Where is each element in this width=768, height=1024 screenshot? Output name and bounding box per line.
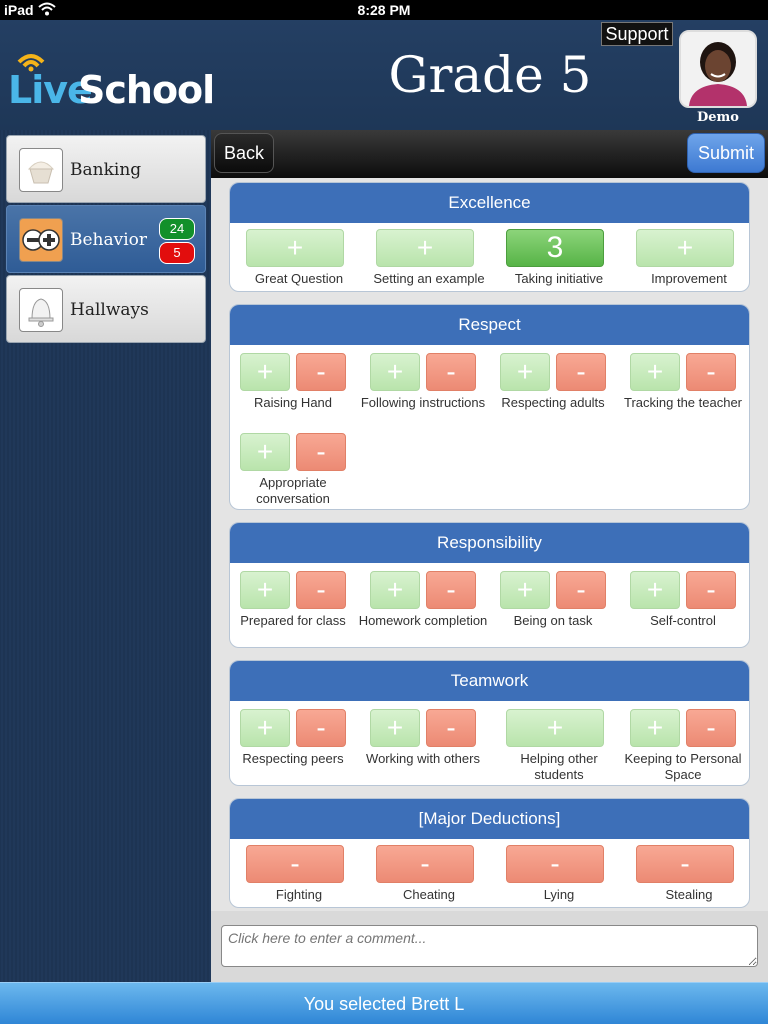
remove-point-button[interactable]: - <box>636 845 734 883</box>
category-title: Excellence <box>230 183 749 223</box>
category-card-responsibility: Responsibility + - Prepared for class + … <box>229 522 750 648</box>
behavior-label: Tracking the teacher <box>623 395 743 410</box>
behavior-label: Appropriate conversation <box>256 475 330 506</box>
behavior-label: Lying <box>543 887 575 902</box>
add-point-button[interactable]: + <box>240 353 290 391</box>
category-title: Teamwork <box>230 661 749 701</box>
add-point-button[interactable]: + <box>240 571 290 609</box>
comment-input[interactable] <box>221 925 758 967</box>
toolbar: Back Submit <box>211 130 768 178</box>
add-point-button[interactable]: + <box>500 571 550 609</box>
add-point-button[interactable]: + <box>370 571 420 609</box>
positive-count-badge: 24 <box>159 218 195 240</box>
plus-minus-icon <box>19 218 63 262</box>
avatar[interactable] <box>679 30 757 108</box>
cupcake-icon <box>19 148 63 192</box>
point-count-button[interactable]: 3 <box>506 229 604 267</box>
behavior-label: Respecting adults <box>501 395 605 410</box>
back-button[interactable]: Back <box>214 133 274 173</box>
behavior-label: Prepared for class <box>240 613 346 628</box>
bell-icon <box>19 288 63 332</box>
behavior-label: Taking initiative <box>514 271 604 286</box>
app-header: Live School Grade 5 Support Demo <box>0 20 768 130</box>
remove-point-button[interactable]: - <box>556 353 606 391</box>
behavior-label: Homework completion <box>358 613 488 628</box>
add-point-button[interactable]: + <box>370 353 420 391</box>
remove-point-button[interactable]: - <box>686 571 736 609</box>
remove-point-button[interactable]: - <box>376 845 474 883</box>
clock: 8:28 PM <box>357 2 411 18</box>
remove-point-button[interactable]: - <box>556 571 606 609</box>
sidebar-item-banking[interactable]: Banking <box>6 135 206 203</box>
sidebar-item-label: Hallways <box>70 300 149 320</box>
category-title: Respect <box>230 305 749 345</box>
add-point-button[interactable]: + <box>630 353 680 391</box>
category-card-respect: Respect + - Raising Hand + - Following i… <box>229 304 750 510</box>
category-card-major-deductions: [Major Deductions] - Fighting - Cheating… <box>229 798 750 908</box>
remove-point-button[interactable]: - <box>296 353 346 391</box>
user-name: Demo <box>697 110 739 125</box>
add-point-button[interactable]: + <box>240 433 290 471</box>
category-title: [Major Deductions] <box>230 799 749 839</box>
remove-point-button[interactable]: - <box>296 433 346 471</box>
category-title: Responsibility <box>230 523 749 563</box>
sidebar-item-behavior[interactable]: Behavior 24 5 <box>6 205 206 273</box>
add-point-button[interactable]: + <box>506 709 604 747</box>
add-point-button[interactable]: + <box>370 709 420 747</box>
negative-count-badge: 5 <box>159 242 195 264</box>
behavior-label: Keeping to Personal Space <box>624 751 742 782</box>
behavior-label: Being on task <box>513 613 593 628</box>
behavior-list: Excellence + Great Question + Setting an… <box>211 178 768 911</box>
liveschool-logo: Live School <box>8 50 215 112</box>
behavior-label: Improvement <box>651 271 727 286</box>
remove-point-button[interactable]: - <box>686 709 736 747</box>
remove-point-button[interactable]: - <box>296 571 346 609</box>
remove-point-button[interactable]: - <box>426 571 476 609</box>
behavior-label: Following instructions <box>360 395 486 410</box>
category-card-excellence: Excellence + Great Question + Setting an… <box>229 182 750 292</box>
support-button[interactable]: Support <box>601 22 673 46</box>
sidebar-item-label: Behavior <box>70 230 148 250</box>
sidebar-item-label: Banking <box>70 160 142 180</box>
add-point-button[interactable]: + <box>246 229 344 267</box>
behavior-label: Stealing <box>665 887 713 902</box>
status-bar: iPad 8:28 PM <box>0 0 768 20</box>
behavior-label: Working with others <box>366 751 480 766</box>
add-point-button[interactable]: + <box>500 353 550 391</box>
add-point-button[interactable]: + <box>630 571 680 609</box>
behavior-label: Helping other students <box>520 751 598 782</box>
submit-button[interactable]: Submit <box>687 133 765 173</box>
remove-point-button[interactable]: - <box>246 845 344 883</box>
add-point-button[interactable]: + <box>376 229 474 267</box>
remove-point-button[interactable]: - <box>296 709 346 747</box>
remove-point-button[interactable]: - <box>686 353 736 391</box>
sidebar-item-hallways[interactable]: Hallways <box>6 275 206 343</box>
page-title: Grade 5 <box>388 46 592 104</box>
behavior-label: Respecting peers <box>242 751 344 766</box>
user-photo <box>681 32 755 106</box>
behavior-label: Raising Hand <box>253 395 333 410</box>
selection-status-bar: You selected Brett L <box>0 982 768 1024</box>
add-point-button[interactable]: + <box>630 709 680 747</box>
remove-point-button[interactable]: - <box>426 709 476 747</box>
add-point-button[interactable]: + <box>636 229 734 267</box>
sidebar: Banking Behavior 24 5 Hallways <box>0 130 211 982</box>
behavior-label: Great Question <box>254 271 344 286</box>
category-card-teamwork: Teamwork + - Respecting peers + - Workin… <box>229 660 750 786</box>
behavior-label: Cheating <box>402 887 456 902</box>
behavior-label: Setting an example <box>373 271 485 286</box>
remove-point-button[interactable]: - <box>506 845 604 883</box>
behavior-label: Fighting <box>275 887 323 902</box>
comment-area <box>211 911 768 982</box>
remove-point-button[interactable]: - <box>426 353 476 391</box>
behavior-label: Self-control <box>650 613 716 628</box>
add-point-button[interactable]: + <box>240 709 290 747</box>
